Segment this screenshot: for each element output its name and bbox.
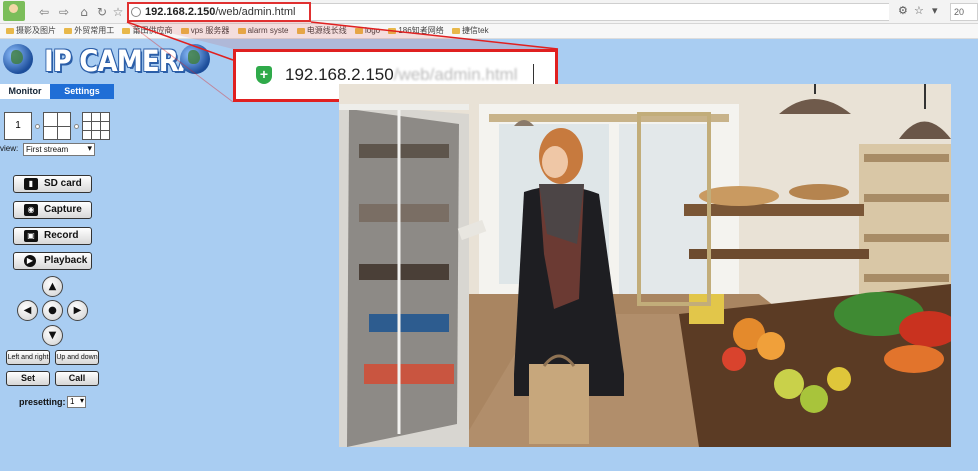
- bookmark-item[interactable]: 捷信tek: [451, 24, 489, 38]
- folder-icon: [122, 27, 131, 34]
- folder-icon: [6, 27, 14, 34]
- call-button[interactable]: Call: [55, 371, 99, 386]
- camera-icon: ◉: [24, 204, 38, 216]
- arrow-left-icon[interactable]: ◀: [17, 300, 38, 321]
- dropdown-icon[interactable]: ▾: [932, 4, 938, 17]
- camera-image: [339, 84, 951, 447]
- sd-card-button[interactable]: ▮ SD card: [13, 175, 92, 193]
- folder-icon: [354, 27, 363, 34]
- bookmark-item[interactable]: vps 服务器: [180, 24, 229, 38]
- sd-card-icon: ▮: [24, 178, 38, 190]
- set-button[interactable]: Set: [6, 371, 50, 386]
- text-caret: [533, 64, 534, 86]
- stream-select[interactable]: First stream: [23, 143, 95, 156]
- search-box[interactable]: 20: [950, 3, 978, 21]
- url-host: 192.168.2.150: [145, 6, 216, 18]
- back-icon[interactable]: ⇦: [36, 4, 52, 20]
- bookmark-item[interactable]: logo: [354, 24, 380, 38]
- up-down-button[interactable]: Up and down: [55, 350, 99, 365]
- arrow-right-icon[interactable]: ▶: [67, 300, 88, 321]
- view-label: view:: [0, 144, 19, 153]
- folder-icon: [180, 27, 189, 34]
- capture-button[interactable]: ◉ Capture: [13, 201, 92, 219]
- dot-separator: [74, 124, 79, 129]
- layout-quad-button[interactable]: [43, 112, 71, 140]
- layout-single-button[interactable]: 1: [4, 112, 32, 140]
- bookmark-item[interactable]: alarm syste: [237, 24, 289, 38]
- address-bar[interactable]: 192.168.2.150/web/admin.html: [127, 2, 311, 22]
- dot-separator: [35, 124, 40, 129]
- zoomed-url: 192.168.2.150/web/admin.html: [285, 65, 518, 84]
- forward-icon[interactable]: ⇨: [56, 4, 72, 20]
- home-icon[interactable]: ⌂: [76, 4, 92, 20]
- tab-bar: Monitor Settings: [0, 84, 114, 99]
- record-button[interactable]: ▣ Record: [13, 227, 92, 245]
- user-avatar-icon[interactable]: [3, 1, 25, 21]
- tab-settings[interactable]: Settings: [50, 84, 114, 99]
- layout-nine-button[interactable]: [82, 112, 110, 140]
- globe-icon: [180, 44, 210, 74]
- page-title: IP CAMERA: [44, 44, 198, 78]
- bookmark-item[interactable]: 摄影及图片: [6, 24, 56, 38]
- folder-icon: [296, 27, 305, 34]
- preset-label: presetting:: [19, 397, 66, 407]
- folder-icon: [64, 27, 73, 34]
- star-icon[interactable]: ☆: [914, 4, 924, 17]
- bookmarks-bar: 摄影及图片 外贸常用工 莆田供应商 vps 服务器 alarm syste 电源…: [0, 24, 978, 39]
- arrow-up-icon[interactable]: ▲: [42, 276, 63, 297]
- video-feed[interactable]: [339, 84, 951, 447]
- browser-toolbar: ⇦ ⇨ ⌂ ↻ ☆ 192.168.2.150/web/admin.html ⚙…: [0, 0, 978, 24]
- bookmark-item[interactable]: 电源线长线: [296, 24, 347, 38]
- tab-monitor[interactable]: Monitor: [0, 84, 50, 99]
- bookmark-item[interactable]: 外贸常用工: [64, 24, 114, 38]
- playback-button[interactable]: ▶ Playback: [13, 252, 92, 270]
- play-icon: ▶: [24, 255, 36, 267]
- arrow-down-icon[interactable]: ▼: [42, 325, 63, 346]
- secure-shield-icon: +: [256, 66, 272, 84]
- folder-icon: [237, 27, 246, 34]
- bookmark-item[interactable]: 莆田供应商: [122, 24, 172, 38]
- page-info-icon: [131, 7, 141, 17]
- bookmark-item[interactable]: 186知者网络: [388, 24, 444, 38]
- globe-icon: [3, 44, 33, 74]
- left-right-button[interactable]: Left and right: [6, 350, 50, 365]
- search-text: 20: [954, 7, 965, 17]
- preset-select[interactable]: 1: [67, 396, 86, 408]
- folder-icon: [451, 27, 460, 34]
- center-stop-icon[interactable]: ●: [42, 300, 63, 321]
- record-icon: ▣: [24, 230, 38, 242]
- address-bar-fill[interactable]: [311, 3, 889, 21]
- url-path: /web/admin.html: [215, 6, 296, 18]
- folder-icon: [388, 27, 397, 34]
- settings-icon[interactable]: ⚙: [898, 4, 908, 17]
- bookmark-icon[interactable]: ☆: [110, 4, 126, 20]
- refresh-icon[interactable]: ↻: [94, 4, 110, 20]
